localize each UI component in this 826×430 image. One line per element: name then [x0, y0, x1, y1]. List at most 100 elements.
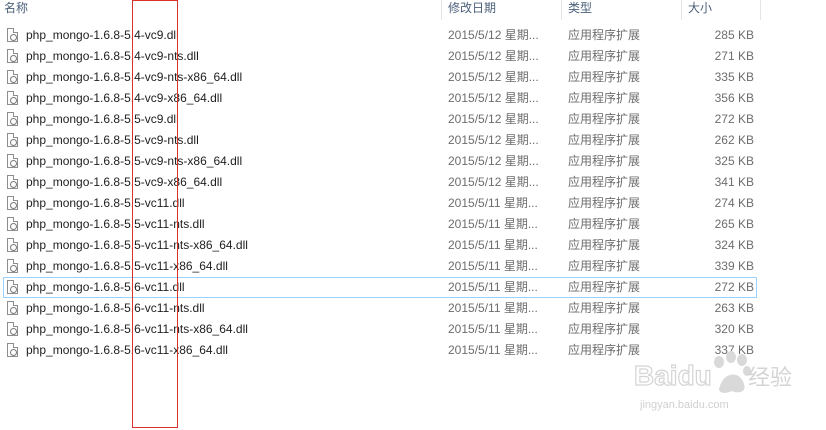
file-type: 应用程序扩展: [568, 91, 641, 105]
column-divider[interactable]: [681, 0, 682, 20]
file-type: 应用程序扩展: [568, 154, 641, 168]
file-date: 2015/5/12 星期...: [448, 49, 539, 63]
file-size: 285 KB: [714, 28, 754, 42]
dll-file-icon: [7, 301, 18, 315]
file-type: 应用程序扩展: [568, 175, 641, 189]
file-name: php_mongo-1.6.8-5.4-vc9-nts-x86_64.dll: [26, 70, 243, 84]
dll-file-icon: [7, 196, 18, 210]
file-date: 2015/5/11 星期...: [448, 343, 538, 357]
file-row[interactable]: php_mongo-1.6.8-5.4-vc9-nts.dll 2015/5/12…: [3, 46, 757, 67]
file-type: 应用程序扩展: [568, 49, 641, 63]
watermark-cn: 经验: [748, 366, 792, 391]
file-name: php_mongo-1.6.8-5.5-vc9-x86_64.dll: [26, 175, 223, 189]
file-type: 应用程序扩展: [568, 322, 641, 336]
dll-file-icon: [7, 280, 18, 294]
file-type: 应用程序扩展: [568, 133, 641, 147]
file-row[interactable]: php_mongo-1.6.8-5.5-vc9-x86_64.dll 2015/5…: [3, 172, 757, 193]
file-size: 272 KB: [714, 112, 754, 126]
file-row[interactable]: php_mongo-1.6.8-5.5-vc11-x86_64.dll 2015/…: [3, 256, 757, 277]
dll-file-icon: [7, 28, 18, 42]
file-row[interactable]: php_mongo-1.6.8-5.5-vc11-nts.dll 2015/5/1…: [3, 214, 757, 235]
file-date: 2015/5/12 星期...: [448, 91, 539, 105]
file-name: php_mongo-1.6.8-5.6-vc11-x86_64.dll: [26, 343, 228, 357]
file-date: 2015/5/11 星期...: [448, 196, 538, 210]
column-header-date[interactable]: 修改日期: [444, 0, 562, 20]
dll-file-icon: [7, 70, 18, 84]
file-size: 339 KB: [714, 259, 754, 273]
file-size: 341 KB: [714, 175, 754, 189]
watermark-url: jingyan.baidu.com: [639, 399, 729, 411]
dll-file-icon: [7, 217, 18, 231]
column-divider[interactable]: [561, 0, 562, 20]
file-type: 应用程序扩展: [568, 343, 641, 357]
dll-file-icon: [7, 175, 18, 189]
file-row[interactable]: php_mongo-1.6.8-5.4-vc9-x86_64.dll 2015/5…: [3, 88, 757, 109]
file-name: php_mongo-1.6.8-5.5-vc9.dll: [26, 112, 179, 126]
file-type: 应用程序扩展: [568, 28, 641, 42]
file-name: php_mongo-1.6.8-5.5-vc11-nts.dll: [26, 217, 205, 231]
file-date: 2015/5/11 星期...: [448, 280, 538, 294]
file-size: 356 KB: [714, 91, 754, 105]
column-header-type[interactable]: 类型: [564, 0, 682, 20]
baidu-paw-icon: [714, 351, 751, 393]
file-size: 263 KB: [714, 301, 754, 315]
file-row[interactable]: php_mongo-1.6.8-5.5-vc11.dll 2015/5/11 星期…: [3, 193, 757, 214]
file-name: php_mongo-1.6.8-5.6-vc11.dll: [26, 280, 185, 294]
dll-file-icon: [7, 133, 18, 147]
column-divider[interactable]: [760, 0, 761, 20]
dll-file-icon: [7, 154, 18, 168]
file-row[interactable]: php_mongo-1.6.8-5.6-vc11-nts-x86_64.dll 2…: [3, 319, 757, 340]
column-divider[interactable]: [441, 0, 442, 20]
column-header-bar: 名称 修改日期 类型 大小: [0, 0, 826, 20]
file-name: php_mongo-1.6.8-5.5-vc11.dll: [26, 196, 185, 210]
file-size: 265 KB: [714, 217, 754, 231]
file-date: 2015/5/12 星期...: [448, 112, 539, 126]
file-name: php_mongo-1.6.8-5.5-vc11-x86_64.dll: [26, 259, 228, 273]
file-name: php_mongo-1.6.8-5.4-vc9.dll: [26, 28, 179, 42]
file-date: 2015/5/12 星期...: [448, 133, 539, 147]
file-type: 应用程序扩展: [568, 112, 641, 126]
baidu-jingyan-watermark: Baidu 经验 jingyan.baidu.com: [634, 351, 792, 411]
dll-file-icon: [7, 343, 18, 357]
file-date: 2015/5/12 星期...: [448, 154, 539, 168]
file-name: php_mongo-1.6.8-5.4-vc9-x86_64.dll: [26, 91, 223, 105]
file-row[interactable]: php_mongo-1.6.8-5.5-vc9-nts.dll 2015/5/12…: [3, 130, 757, 151]
file-row[interactable]: php_mongo-1.6.8-5.5-vc9.dll 2015/5/12 星期.…: [3, 109, 757, 130]
file-type: 应用程序扩展: [568, 301, 641, 315]
file-date: 2015/5/12 星期...: [448, 28, 539, 42]
file-row[interactable]: php_mongo-1.6.8-5.6-vc11-nts.dll 2015/5/1…: [3, 298, 757, 319]
file-type: 应用程序扩展: [568, 238, 641, 252]
dll-file-icon: [7, 49, 18, 63]
file-type: 应用程序扩展: [568, 259, 641, 273]
file-row[interactable]: php_mongo-1.6.8-5.6-vc11.dll 2015/5/11 星期…: [3, 277, 757, 298]
file-row[interactable]: php_mongo-1.6.8-5.5-vc9-nts-x86_64.dll 20…: [3, 151, 757, 172]
file-type: 应用程序扩展: [568, 280, 641, 294]
dll-file-icon: [7, 91, 18, 105]
dll-file-icon: [7, 112, 18, 126]
file-row[interactable]: php_mongo-1.6.8-5.4-vc9.dll 2015/5/12 星期.…: [3, 25, 757, 46]
file-date: 2015/5/11 星期...: [448, 217, 538, 231]
file-size: 262 KB: [714, 133, 754, 147]
file-size: 335 KB: [714, 70, 754, 84]
file-date: 2015/5/12 星期...: [448, 70, 539, 84]
file-date: 2015/5/11 星期...: [448, 238, 538, 252]
dll-file-icon: [7, 259, 18, 273]
file-row[interactable]: php_mongo-1.6.8-5.5-vc11-nts-x86_64.dll 2…: [3, 235, 757, 256]
file-name: php_mongo-1.6.8-5.6-vc11-nts.dll: [26, 301, 205, 315]
file-size: 274 KB: [714, 196, 754, 210]
file-name: php_mongo-1.6.8-5.6-vc11-nts-x86_64.dll: [26, 322, 248, 336]
file-size: 272 KB: [714, 280, 754, 294]
file-type: 应用程序扩展: [568, 70, 641, 84]
file-type: 应用程序扩展: [568, 217, 641, 231]
file-row[interactable]: php_mongo-1.6.8-5.4-vc9-nts-x86_64.dll 20…: [3, 67, 757, 88]
file-date: 2015/5/11 星期...: [448, 301, 538, 315]
dll-file-icon: [7, 322, 18, 336]
file-size: 271 KB: [714, 49, 754, 63]
watermark-brand: Baidu: [634, 360, 712, 391]
file-size: 324 KB: [714, 238, 754, 252]
file-name: php_mongo-1.6.8-5.5-vc11-nts-x86_64.dll: [26, 238, 248, 252]
column-header-name[interactable]: 名称: [0, 0, 441, 20]
column-header-size[interactable]: 大小: [684, 0, 760, 20]
file-date: 2015/5/12 星期...: [448, 175, 539, 189]
file-name: php_mongo-1.6.8-5.5-vc9-nts.dll: [26, 133, 199, 147]
